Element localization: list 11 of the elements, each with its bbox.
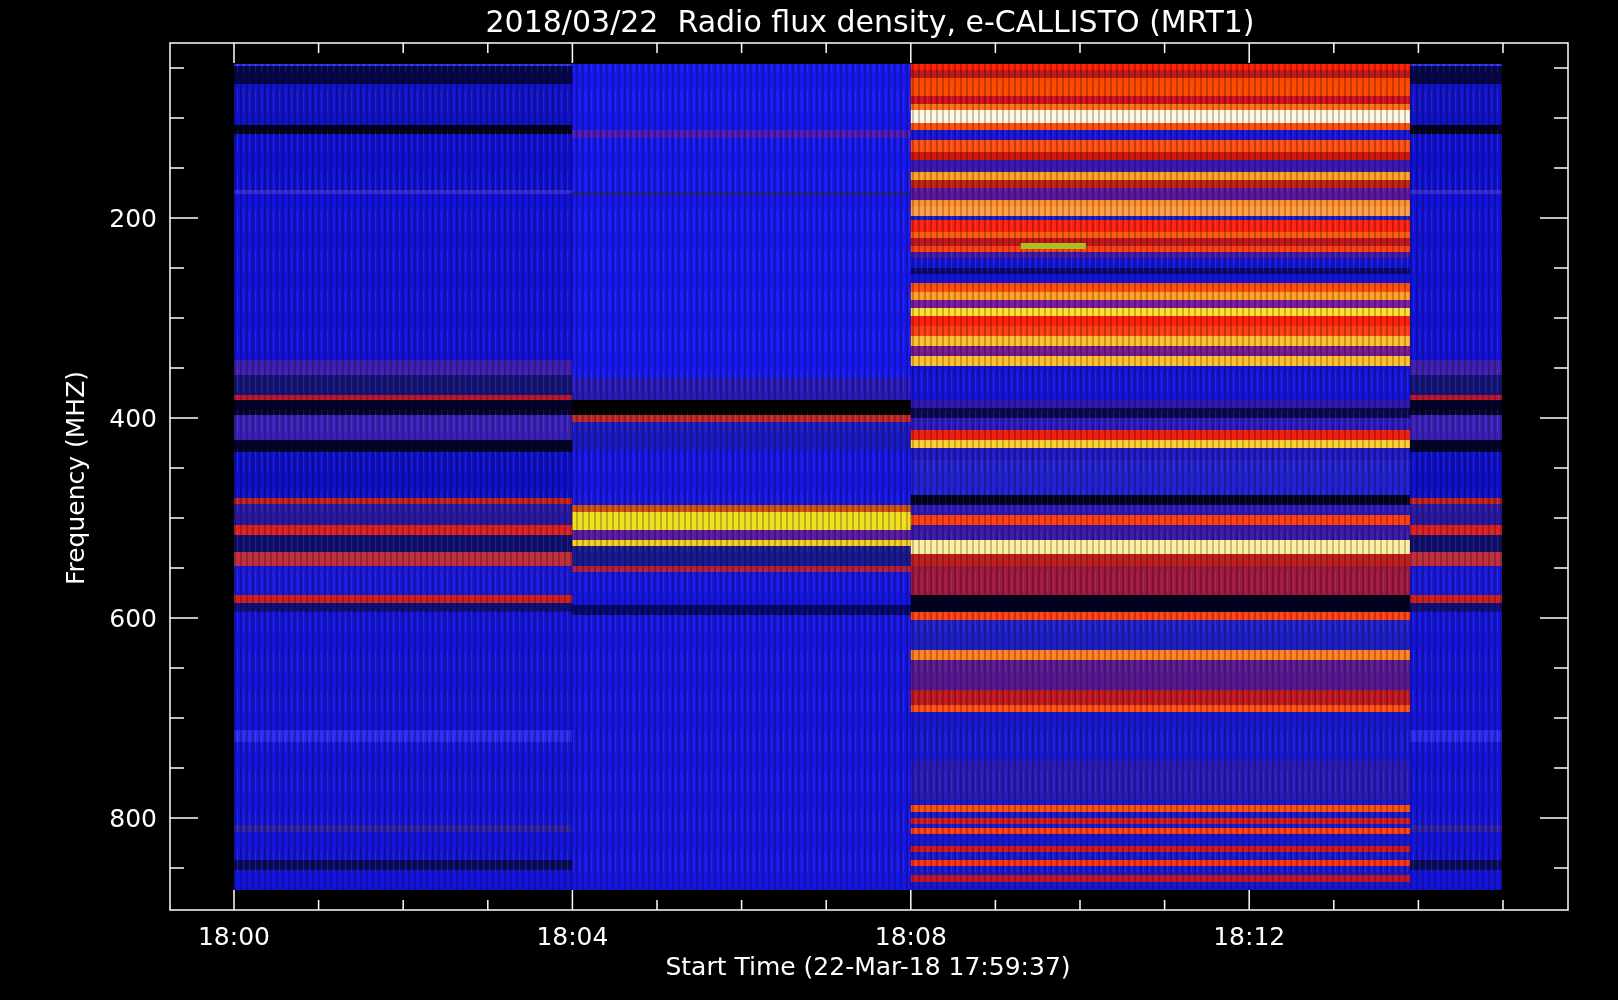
tick-label: 800 bbox=[109, 804, 157, 833]
tick-label: 18:08 bbox=[874, 922, 947, 951]
tick-label: 400 bbox=[109, 404, 157, 433]
tick-label: 18:12 bbox=[1213, 922, 1286, 951]
tick-label: 18:04 bbox=[536, 922, 609, 951]
tick-label: 18:00 bbox=[198, 922, 270, 951]
tick-label: 600 bbox=[109, 604, 157, 633]
axis-label: Start Time (22-Mar-18 17:59:37) bbox=[665, 952, 1071, 981]
tick-label: 200 bbox=[109, 204, 157, 233]
chart-title: 2018/03/22 Radio flux density, e-CALLISTO (MRT1) bbox=[485, 4, 1255, 39]
axis-label: Frequency (MHZ) bbox=[61, 370, 90, 586]
